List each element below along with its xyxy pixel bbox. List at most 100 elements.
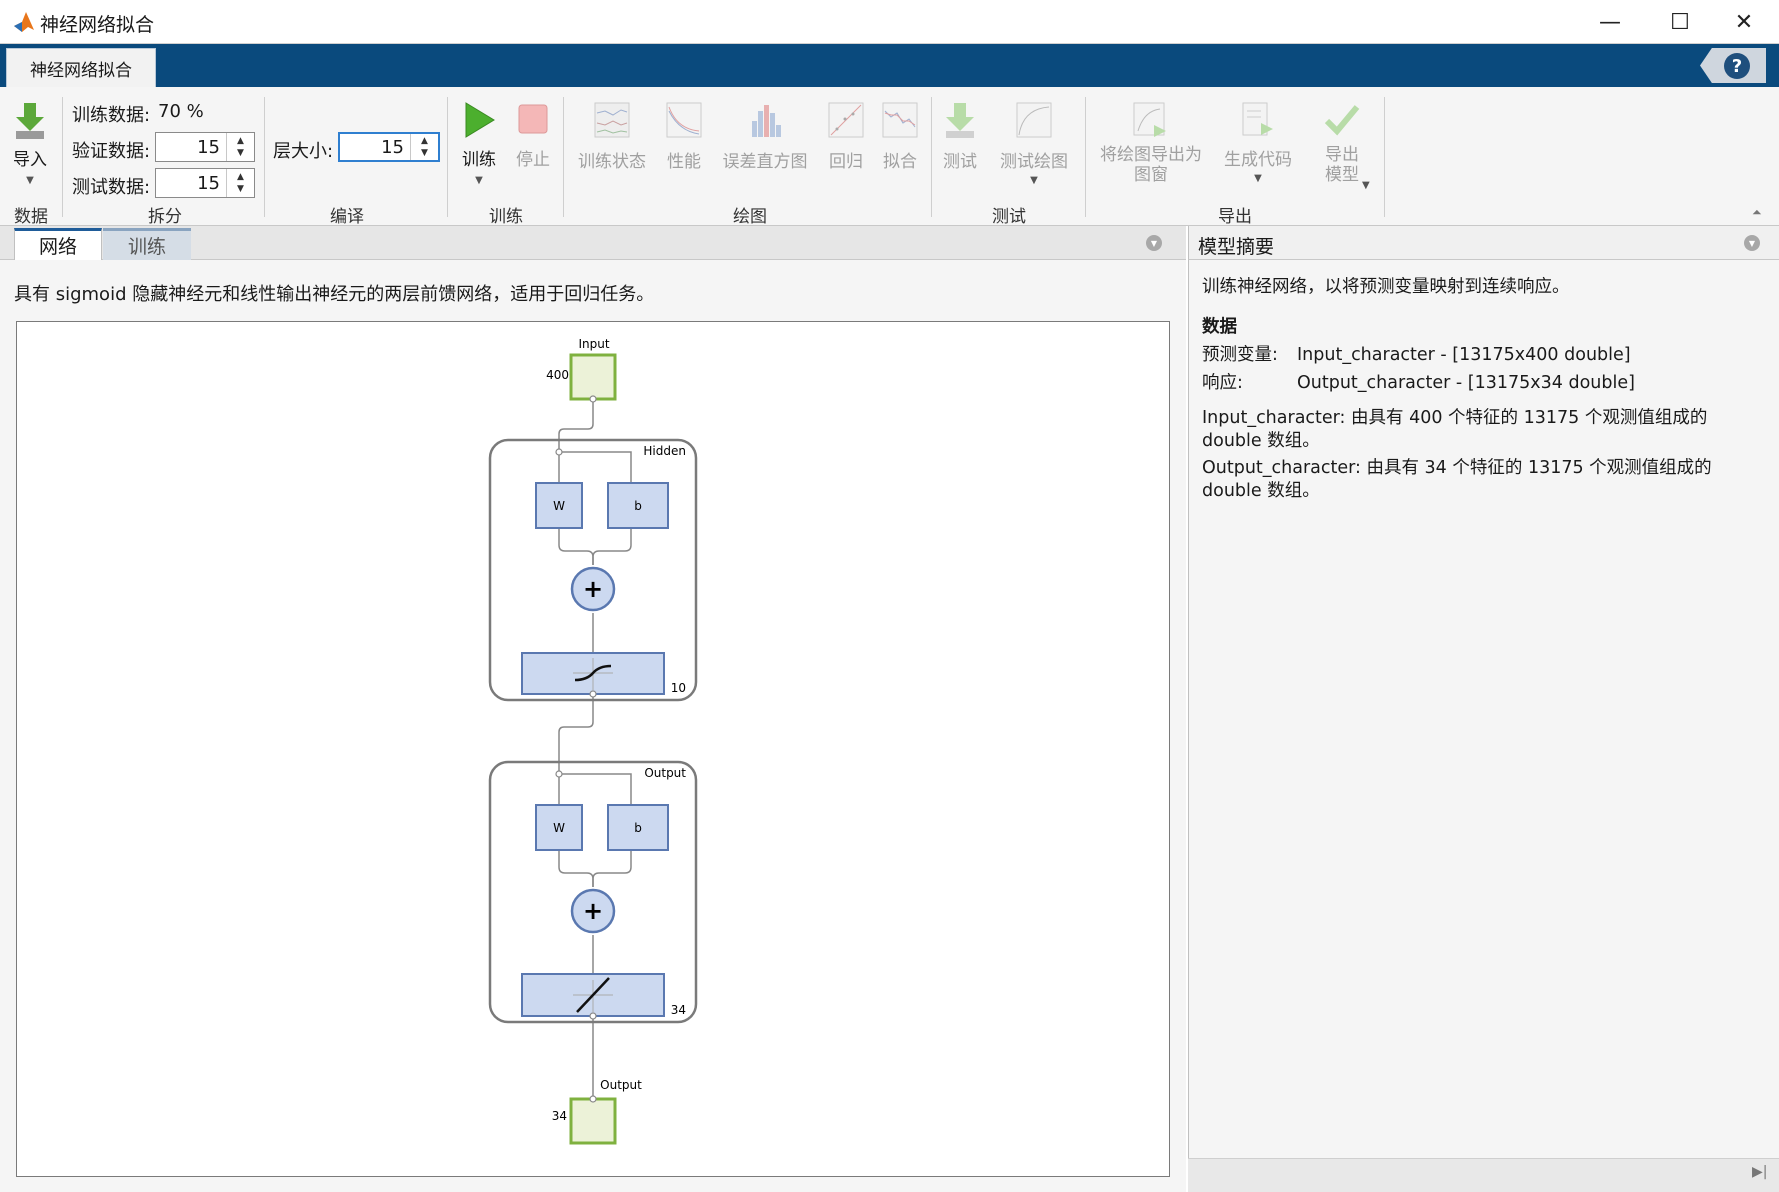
layer-size-spinner[interactable]: 15 ▲ ▼ [338, 132, 440, 162]
panel-menu-icon[interactable]: ▼ [1744, 235, 1760, 251]
summary-footer [1188, 1158, 1779, 1192]
input-description: Input_character: 由具有 400 个特征的 13175 个观测值… [1202, 408, 1708, 451]
separator [264, 97, 265, 217]
regression-plot-icon [828, 102, 864, 138]
regression-button[interactable]: 回归 [826, 101, 866, 172]
test-ratio-label: 测试数据: [72, 177, 151, 198]
training-state-label: 训练状态 [578, 152, 646, 172]
fit-label: 拟合 [883, 152, 917, 172]
performance-label: 性能 [667, 152, 701, 172]
separator [447, 97, 448, 217]
validation-ratio-spinner[interactable]: 15 ▲ ▼ [155, 132, 255, 162]
validation-ratio-label: 验证数据: [72, 141, 151, 162]
export-plot-to-figure-button[interactable]: 将绘图导出为 图窗 [1094, 101, 1208, 185]
network-diagram: Input 400 Hidden 10 W b + Output 34 W b … [16, 321, 1170, 1177]
input-title: Input [578, 337, 609, 351]
ribbon-tab-neural-fitting[interactable]: 神经网络拟合 [6, 48, 156, 87]
error-histogram-button[interactable]: 误差直方图 [718, 101, 812, 172]
group-label-split: 拆分 [148, 207, 182, 227]
train-ratio-value: 70 % [158, 101, 204, 122]
output-weight-label: W [553, 821, 565, 835]
output-sum-symbol: + [583, 897, 603, 925]
input-size: 400 [546, 368, 569, 382]
checkmark-icon [1324, 105, 1360, 136]
training-state-plot-icon [594, 102, 630, 138]
separator [62, 97, 63, 217]
panel-end-icon[interactable]: ▶| [1752, 1164, 1767, 1180]
collapse-ribbon-icon[interactable]: ⏶ [1752, 205, 1762, 220]
hidden-sum-symbol: + [583, 575, 603, 603]
generate-code-button[interactable]: 生成代码 ▼ [1218, 101, 1298, 184]
ribbon-header [0, 44, 1779, 87]
error-histogram-label: 误差直方图 [722, 152, 808, 172]
chevron-down-icon: ▼ [1254, 173, 1262, 184]
network-diagram-svg: Input 400 Hidden 10 W b + Output 34 W b … [488, 337, 698, 1145]
summary-title: 模型摘要 [1198, 236, 1275, 258]
fit-plot-icon [882, 102, 918, 138]
model-summary-panel [1188, 260, 1779, 1192]
separator [1085, 97, 1086, 217]
stop-button[interactable]: 停止 [510, 103, 556, 170]
performance-button[interactable]: 性能 [664, 101, 704, 172]
predictor-value: Input_character - [13175x400 double] [1297, 345, 1631, 365]
stop-label: 停止 [516, 150, 550, 170]
matlab-logo-icon [14, 12, 34, 32]
hidden-weight-label: W [553, 499, 565, 513]
close-button[interactable]: ✕ [1714, 6, 1774, 38]
import-button[interactable]: 导入 ▼ [8, 101, 52, 186]
chevron-down-icon[interactable]: ▼ [1362, 181, 1370, 191]
left-tab-strip: 网络 训练 ▼ [0, 226, 1186, 260]
summary-header [1188, 226, 1779, 260]
separator [563, 97, 564, 217]
data-heading: 数据 [1202, 317, 1237, 337]
test-import-icon [946, 103, 974, 138]
output-size: 34 [552, 1109, 567, 1123]
export-plot-label-line2: 图窗 [1134, 165, 1168, 185]
output-layer-size: 34 [671, 1003, 686, 1017]
input-node [569, 353, 617, 401]
test-plot-button[interactable]: 测试绘图 ▼ [996, 101, 1072, 186]
summary-intro: 训练神经网络，以将预测变量映射到连续响应。 [1202, 277, 1570, 297]
train-ratio-label: 训练数据: [72, 105, 151, 126]
response-label: 响应: [1202, 373, 1243, 393]
separator [931, 97, 932, 217]
training-state-button[interactable]: 训练状态 [574, 101, 650, 172]
fit-button[interactable]: 拟合 [880, 101, 920, 172]
layer-size-value[interactable]: 15 [340, 137, 410, 158]
train-label: 训练 [462, 150, 496, 170]
hidden-bias-label: b [634, 499, 642, 513]
validation-ratio-value[interactable]: 15 [156, 137, 226, 158]
spinner-arrows-icon[interactable]: ▲ ▼ [226, 133, 254, 161]
panel-menu-icon[interactable]: ▼ [1146, 235, 1162, 251]
tab-training[interactable]: 训练 [103, 228, 191, 260]
spinner-arrows-icon[interactable]: ▲ ▼ [226, 169, 254, 197]
spinner-arrows-icon[interactable]: ▲ ▼ [410, 134, 438, 160]
output-description: Output_character: 由具有 34 个特征的 13175 个观测值… [1202, 458, 1712, 501]
export-model-label-line1: 导出 [1325, 145, 1359, 165]
tab-network[interactable]: 网络 [14, 228, 102, 260]
help-icon[interactable]: ? [1724, 53, 1750, 79]
chevron-down-icon: ▼ [1030, 175, 1038, 186]
window-title: 神经网络拟合 [40, 14, 155, 36]
test-button[interactable]: 测试 [940, 101, 980, 172]
output-node [569, 1097, 617, 1145]
output-title: Output [600, 1078, 642, 1092]
train-button[interactable]: 训练 ▼ [456, 101, 502, 186]
minimize-button[interactable]: — [1580, 6, 1640, 38]
generate-code-label: 生成代码 [1224, 150, 1292, 170]
group-label-export: 导出 [1218, 207, 1252, 227]
title-bar: 神经网络拟合 — ☐ ✕ [0, 0, 1779, 44]
export-model-button[interactable]: 导出 模型 [1310, 101, 1374, 185]
regression-label: 回归 [829, 152, 863, 172]
test-plot-label: 测试绘图 [1000, 152, 1068, 172]
predictor-label: 预测变量: [1202, 345, 1278, 365]
group-label-plot: 绘图 [733, 207, 767, 227]
maximize-button[interactable]: ☐ [1650, 6, 1710, 38]
import-icon [16, 103, 44, 139]
test-ratio-spinner[interactable]: 15 ▲ ▼ [155, 168, 255, 198]
export-model-label-line2: 模型 [1325, 165, 1359, 185]
test-ratio-value[interactable]: 15 [156, 173, 226, 194]
ribbon-toolstrip: 导入 ▼ 数据 训练数据: 70 % 验证数据: 15 ▲ ▼ 测试数据: 15 … [0, 87, 1779, 227]
output-bias-label: b [634, 821, 642, 835]
hidden-layer-title: Hidden [643, 444, 686, 458]
